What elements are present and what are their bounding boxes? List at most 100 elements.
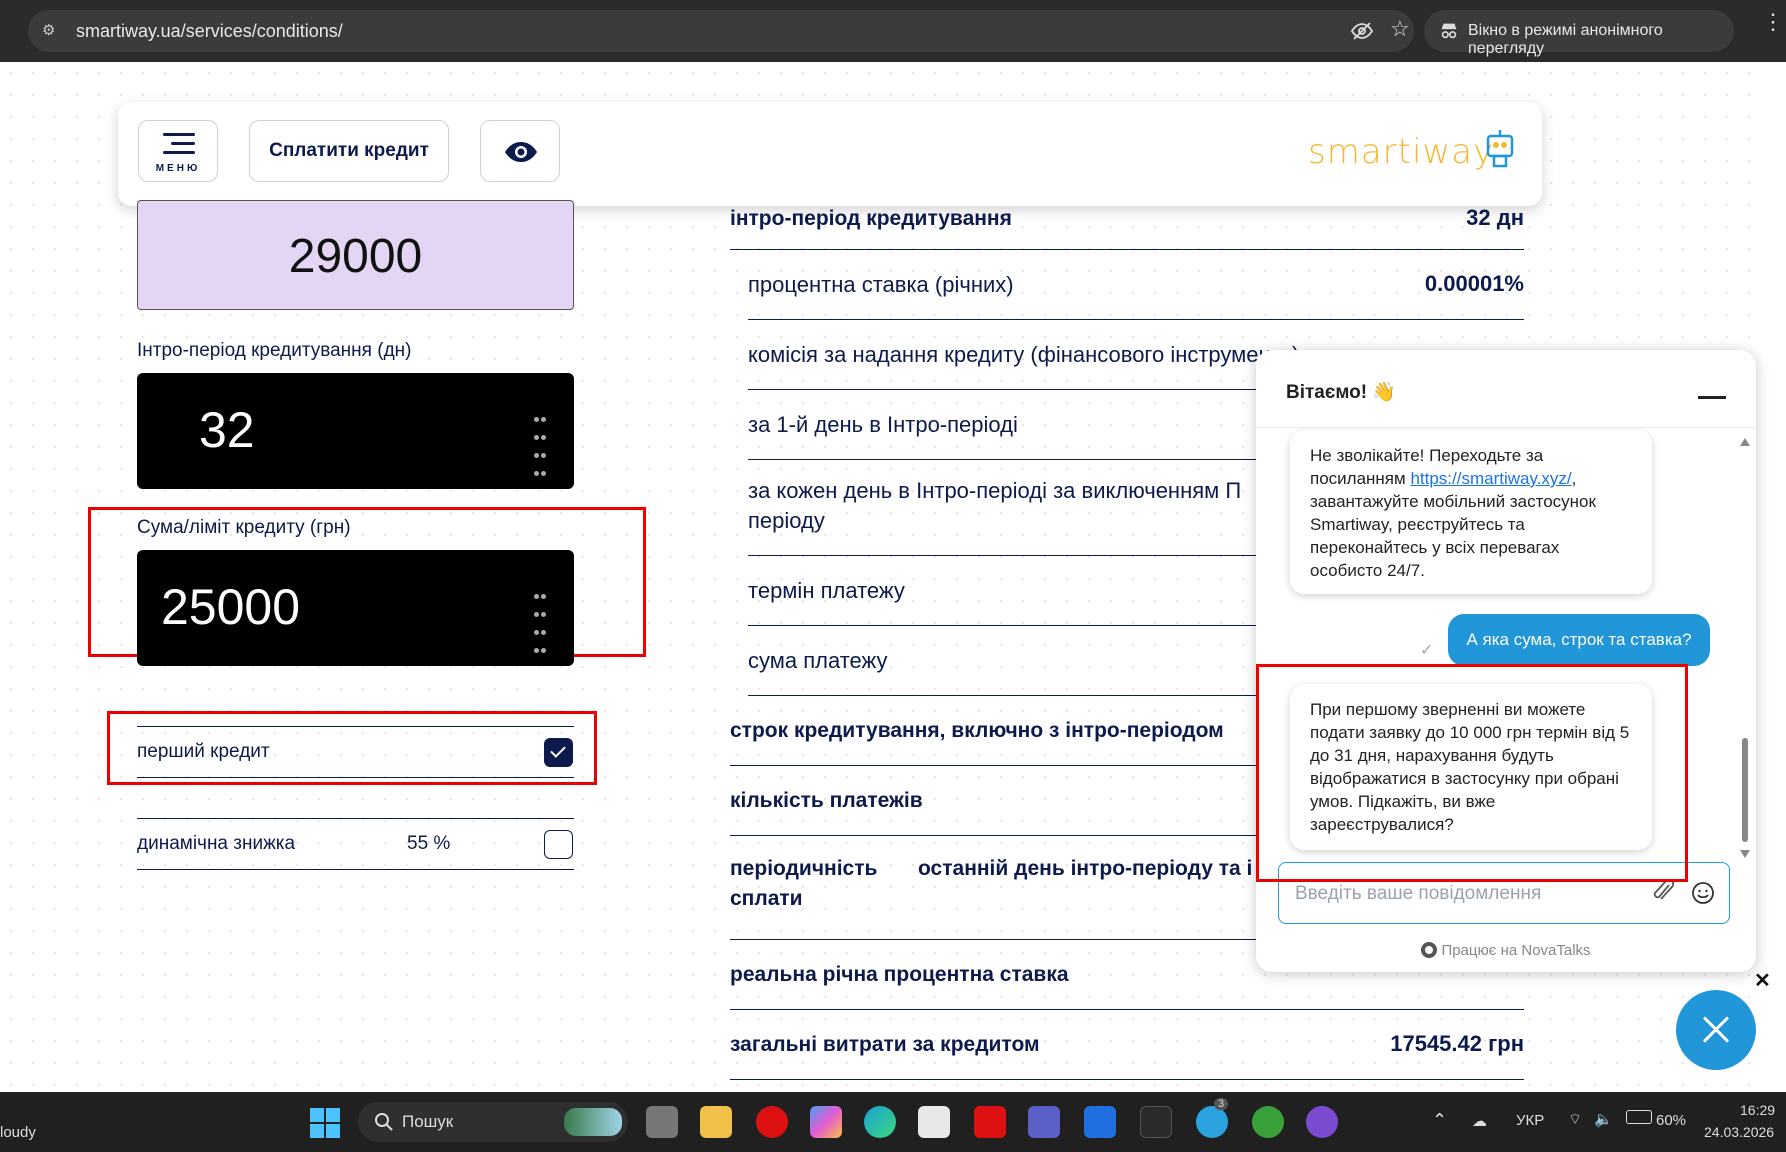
clock-date[interactable]: 24.03.2026 (1704, 1124, 1774, 1140)
eye-icon (505, 142, 537, 162)
browser-menu-icon[interactable]: ⋮ (1762, 11, 1784, 33)
telegram-icon[interactable] (1196, 1106, 1228, 1138)
cloud-tray-icon[interactable]: ☁ (1472, 1112, 1487, 1130)
site-header: МЕНЮ Сплатити кредит smartiway (118, 102, 1542, 206)
task-view-icon[interactable] (646, 1106, 678, 1138)
credit-limit-label: Сума/ліміт кредиту (грн) (137, 517, 351, 538)
dynamic-discount-row[interactable]: динамічна знижка 55 % (137, 818, 574, 870)
menu-label: МЕНЮ (155, 163, 201, 174)
table-row: інтро-період кредитування 32 дн (730, 192, 1524, 250)
row-label: кількість платежів (730, 789, 923, 812)
pay-credit-button[interactable]: Сплатити кредит (249, 120, 449, 182)
windows-start-icon[interactable] (310, 1108, 340, 1138)
chrome-icon[interactable] (1140, 1106, 1172, 1138)
powered-label: Працює на NovaTalks (1441, 942, 1591, 959)
search-highlight-icon (564, 1108, 622, 1136)
browser-toolbar: ⚙ smartiway.ua/services/conditions/ ☆ Ві… (0, 0, 1786, 62)
chat-scrollbar[interactable] (1740, 438, 1750, 858)
eye-off-icon[interactable] (1350, 19, 1374, 43)
first-credit-checkbox[interactable] (544, 738, 573, 767)
edge-icon[interactable] (864, 1106, 896, 1138)
row-label: процентна ставка (річних) (748, 272, 1014, 297)
smartiway-logo[interactable]: smartiway (1308, 132, 1494, 172)
chat-toggle-button[interactable] (1676, 990, 1756, 1070)
telegram-badge: 3 (1214, 1098, 1229, 1110)
drag-handle-icon[interactable] (533, 411, 547, 483)
l-app-icon[interactable] (974, 1106, 1006, 1138)
store-icon[interactable] (918, 1106, 950, 1138)
robot-logo-icon (1486, 130, 1514, 168)
row-label: комісія за надання кредиту (фінансового … (748, 342, 1300, 367)
incognito-icon (1441, 23, 1457, 39)
row-label: загальні витрати за кредитом (730, 1033, 1040, 1056)
credit-limit-value: 25000 (161, 579, 301, 635)
row-label: за кожен день в Інтро-періоді за виключе… (748, 478, 1242, 503)
opera-icon[interactable] (756, 1106, 788, 1138)
menu-button[interactable]: МЕНЮ (138, 120, 218, 182)
read-check-icon: ✓ (1420, 642, 1434, 659)
row-label: реальна річна процентна ставка (730, 963, 1069, 986)
credit-limit-field[interactable]: 25000 (137, 550, 574, 666)
bookmark-star-icon[interactable]: ☆ (1390, 16, 1410, 42)
drag-handle-icon[interactable] (533, 588, 547, 660)
teams-icon[interactable] (1028, 1106, 1060, 1138)
intro-period-value: 32 (199, 402, 255, 458)
utorrent-icon[interactable] (1252, 1106, 1284, 1138)
message-link[interactable]: https://smartiway.xyz/ (1410, 469, 1571, 488)
file-explorer-icon[interactable] (700, 1106, 732, 1138)
row-label: строк кредитування, включно з інтро-пері… (730, 719, 1224, 742)
dynamic-discount-value: 55 % (407, 833, 451, 854)
row-label: за 1-й день в Інтро-періоді (748, 412, 1018, 437)
search-label: Пошук (402, 1112, 454, 1131)
wifi-icon[interactable]: ⌔ (1568, 1110, 1582, 1129)
clock-time[interactable]: 16:29 (1740, 1102, 1775, 1118)
row-label-continued: сплати (730, 887, 803, 910)
novatalks-icon (1421, 942, 1438, 958)
table-row: загальні витрати за кредитом 17545.42 гр… (730, 1010, 1524, 1080)
row-label: періодичність (730, 857, 878, 880)
input-placeholder: Введіть ваше повідомлення (1295, 883, 1542, 904)
site-info-icon[interactable]: ⚙ (42, 21, 62, 41)
row-label: сума платежу (748, 648, 888, 673)
intro-period-label: Інтро-період кредитування (дн) (137, 340, 412, 361)
powered-by[interactable]: Працює на NovaTalks (1256, 942, 1756, 959)
dropbox-icon[interactable] (1084, 1106, 1116, 1138)
row-value: 0.00001% (1424, 271, 1524, 296)
incognito-indicator[interactable]: Вікно в режимі анонімного перегляду (1424, 10, 1734, 57)
accessibility-button[interactable] (480, 120, 560, 182)
chat-header: Вітаємо! 👋 (1256, 350, 1756, 428)
windows-taskbar: loudy Пошук 3 ⌃ ☁ УКР ⌔ 🔈 60% 16:29 24.0… (0, 1092, 1786, 1152)
tray-chevron-icon[interactable]: ⌃ (1432, 1110, 1447, 1131)
address-bar[interactable]: ⚙ smartiway.ua/services/conditions/ ☆ (28, 10, 1414, 52)
incognito-label: Вікно в режимі анонімного перегляду (1468, 22, 1663, 57)
search-icon (375, 1113, 393, 1131)
minimize-icon[interactable] (1698, 396, 1726, 399)
emoji-icon[interactable] (1691, 881, 1715, 905)
total-amount-display: 29000 (137, 200, 574, 310)
viber-icon[interactable] (1306, 1106, 1338, 1138)
table-row: процентна ставка (річних) 0.00001% (748, 250, 1524, 320)
close-chat-icon[interactable]: ✕ (1754, 968, 1772, 992)
battery-percent: 60% (1656, 1112, 1687, 1129)
url-text[interactable]: smartiway.ua/services/conditions/ (76, 21, 343, 42)
language-indicator[interactable]: УКР (1516, 1112, 1544, 1129)
row-label-continued: періоду (748, 508, 825, 533)
row-value: 32 дн (1466, 205, 1524, 230)
copilot-icon[interactable] (810, 1106, 842, 1138)
dynamic-discount-checkbox[interactable] (544, 830, 573, 859)
hamburger-icon (163, 133, 195, 160)
row-label: термін платежу (748, 578, 905, 603)
weather-label[interactable]: loudy (0, 1124, 36, 1141)
dynamic-discount-label: динамічна знижка (137, 833, 296, 854)
volume-icon[interactable]: 🔈 (1594, 1110, 1613, 1128)
chat-title: Вітаємо! 👋 (1286, 382, 1397, 403)
row-label: інтро-період кредитування (730, 207, 1012, 230)
taskbar-search[interactable]: Пошук (358, 1102, 628, 1142)
row-value: 17545.42 грн (1390, 1031, 1524, 1056)
highlight-box-chat-reply (1256, 664, 1688, 882)
intro-period-field[interactable]: 32 (137, 373, 574, 489)
row-label-secondary: останній день інтро-періоду та і (918, 857, 1253, 880)
first-credit-row[interactable]: перший кредит (137, 726, 574, 778)
battery-icon[interactable] (1626, 1110, 1652, 1124)
first-credit-label: перший кредит (137, 741, 270, 762)
